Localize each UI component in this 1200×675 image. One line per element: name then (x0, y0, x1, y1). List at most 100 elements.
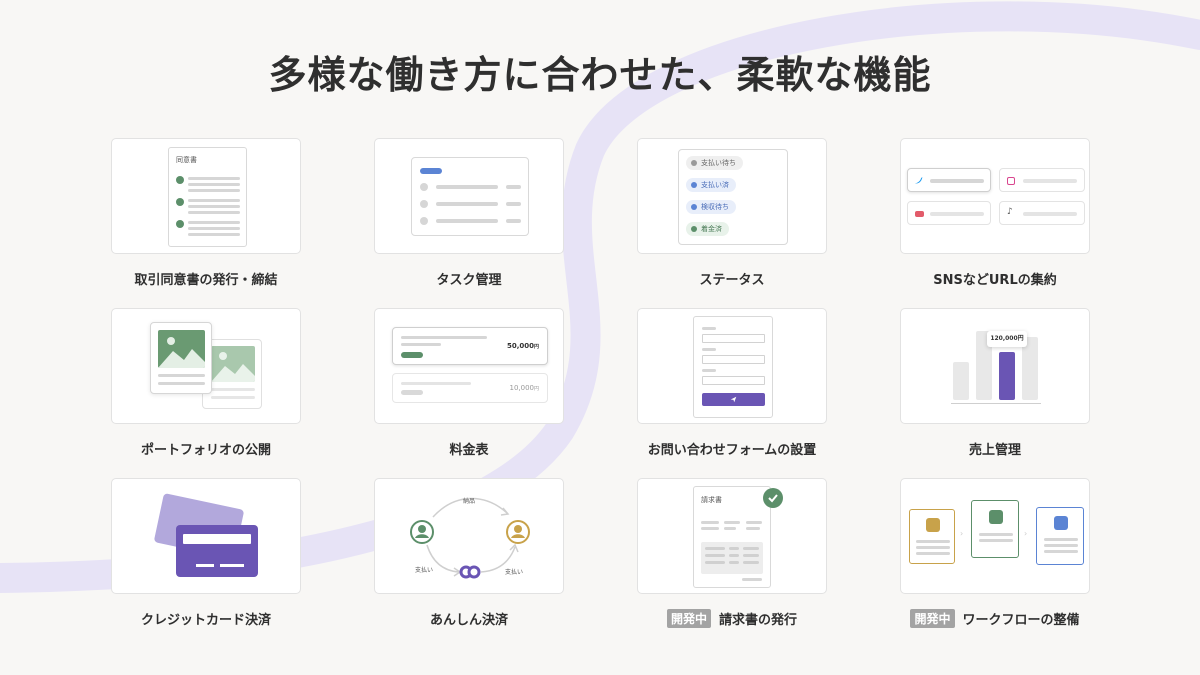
feature-caption: 取引同意書の発行・締結 (111, 269, 301, 288)
workflow-step (971, 500, 1019, 558)
caption-text: お問い合わせフォームの設置 (647, 443, 817, 458)
link-youtube (907, 201, 991, 225)
portfolio-card-front (150, 322, 212, 394)
feature-card: 同意書 (111, 138, 301, 254)
feature-caption: 売上管理 (900, 439, 1090, 458)
price-item: 10,000円 (392, 373, 548, 403)
agreement-doc: 同意書 (168, 147, 247, 247)
image-icon (211, 352, 255, 382)
delivery-label: 納品 (463, 498, 476, 505)
feature-caption: あんしん決済 (374, 609, 564, 628)
feature-card: 支払い待ち 支払い済 検収待ち 着金済 (637, 138, 827, 254)
feature-caption: ステータス (637, 269, 827, 288)
price-amount: 10,000円 (509, 384, 539, 392)
check-icon (176, 220, 184, 228)
feature-credit-card[interactable]: クレジットカード決済 (111, 478, 301, 628)
user-icon (1054, 516, 1068, 530)
status-pill: 着金済 (686, 222, 729, 236)
feature-card: › › (900, 478, 1090, 594)
feature-card: ♪ (900, 138, 1090, 254)
invoice-table (701, 542, 763, 574)
document-icon (926, 518, 940, 532)
feature-card: 50,000円 10,000円 (374, 308, 564, 424)
feature-invoice[interactable]: 請求書 開発中 請求書の発行 (637, 478, 827, 628)
send-button (702, 393, 765, 406)
feature-card: 請求書 (637, 478, 827, 594)
caption-text: 売上管理 (968, 443, 1021, 458)
feature-agreement[interactable]: 同意書 取引同意書の発行・締結 (111, 138, 301, 288)
feature-workflow[interactable]: › › 開発中 ワークフローの整備 (900, 478, 1090, 628)
sales-bar (953, 362, 969, 400)
sales-bar (999, 352, 1015, 400)
feature-caption: 開発中 請求書の発行 (637, 609, 827, 628)
link-tiktok: ♪ (999, 201, 1085, 225)
wallet-icon (989, 510, 1003, 524)
in-development-badge: 開発中 (666, 609, 711, 628)
payment-label: 支払い (505, 569, 524, 576)
caption-text: クレジットカード決済 (140, 613, 271, 628)
caption-text: 料金表 (449, 443, 489, 458)
payment-label: 支払い (415, 567, 434, 574)
feature-caption: 料金表 (374, 439, 564, 458)
link-instagram (999, 168, 1085, 192)
workflow-step (1036, 507, 1084, 565)
doc-title: 請求書 (701, 496, 722, 504)
twitter-icon (914, 177, 923, 184)
check-icon (176, 198, 184, 206)
credit-card-front (176, 525, 258, 577)
caption-text: タスク管理 (436, 273, 502, 288)
task-list (411, 157, 529, 236)
in-development-badge: 開発中 (910, 609, 955, 628)
contact-form-illustration (693, 316, 773, 418)
feature-card (374, 138, 564, 254)
link-twitter (907, 168, 991, 192)
invoice-doc: 請求書 (693, 486, 771, 588)
workflow-step (909, 509, 955, 564)
feature-caption: 開発中 ワークフローの整備 (900, 609, 1090, 628)
caption-text: ワークフローの整備 (962, 613, 1080, 628)
feature-caption: お問い合わせフォームの設置 (637, 439, 827, 458)
caption-text: ポートフォリオの公開 (140, 443, 271, 458)
status-panel: 支払い待ち 支払い済 検収待ち 着金済 (678, 149, 788, 245)
send-icon (730, 396, 737, 403)
status-pill: 支払い済 (686, 178, 736, 192)
feature-card: 納品 支払い 支払い (374, 478, 564, 594)
status-pill: 支払い待ち (686, 156, 743, 170)
feature-card: 120,000円 (900, 308, 1090, 424)
feature-grid: 同意書 取引同意書の発行・締結 タスク管理 支払い待ち 支払い済 検収待ち 着金… (111, 138, 1090, 628)
feature-caption: SNSなどURLの集約 (900, 269, 1090, 288)
tiktok-icon: ♪ (1007, 207, 1013, 217)
feature-card (637, 308, 827, 424)
chevron-right-icon: › (1024, 529, 1028, 538)
caption-text: 取引同意書の発行・締結 (134, 273, 278, 288)
caption-text: 請求書の発行 (719, 613, 798, 628)
feature-status[interactable]: 支払い待ち 支払い済 検収待ち 着金済 ステータス (637, 138, 827, 288)
feature-caption: タスク管理 (374, 269, 564, 288)
price-item: 50,000円 (392, 327, 548, 365)
feature-sales-management[interactable]: 120,000円 売上管理 (900, 308, 1090, 458)
feature-price-list[interactable]: 50,000円 10,000円 料金表 (374, 308, 564, 458)
chevron-right-icon: › (960, 529, 964, 538)
feature-safe-payment[interactable]: 納品 支払い 支払い あんしん決済 (374, 478, 564, 628)
sales-tooltip: 120,000円 (987, 331, 1027, 347)
feature-caption: クレジットカード決済 (111, 609, 301, 628)
instagram-icon (1007, 177, 1015, 185)
page-title: 多様な働き方に合わせた、柔軟な機能 (268, 53, 932, 97)
feature-card (111, 478, 301, 594)
caption-text: あんしん決済 (429, 613, 508, 628)
feature-sns-links[interactable]: ♪ SNSなどURLの集約 (900, 138, 1090, 288)
feature-portfolio[interactable]: ポートフォリオの公開 (111, 308, 301, 458)
caption-text: SNSなどURLの集約 (933, 273, 1057, 288)
feature-caption: ポートフォリオの公開 (111, 439, 301, 458)
doc-title: 同意書 (176, 156, 197, 164)
feature-contact-form[interactable]: お問い合わせフォームの設置 (637, 308, 827, 458)
check-icon (176, 176, 184, 184)
caption-text: ステータス (699, 273, 765, 288)
price-amount: 50,000円 (506, 342, 539, 350)
feature-task-management[interactable]: タスク管理 (374, 138, 564, 288)
feature-card (111, 308, 301, 424)
check-badge-icon (763, 488, 783, 508)
status-pill: 検収待ち (686, 200, 736, 214)
youtube-icon (915, 211, 924, 217)
image-icon (158, 337, 205, 368)
